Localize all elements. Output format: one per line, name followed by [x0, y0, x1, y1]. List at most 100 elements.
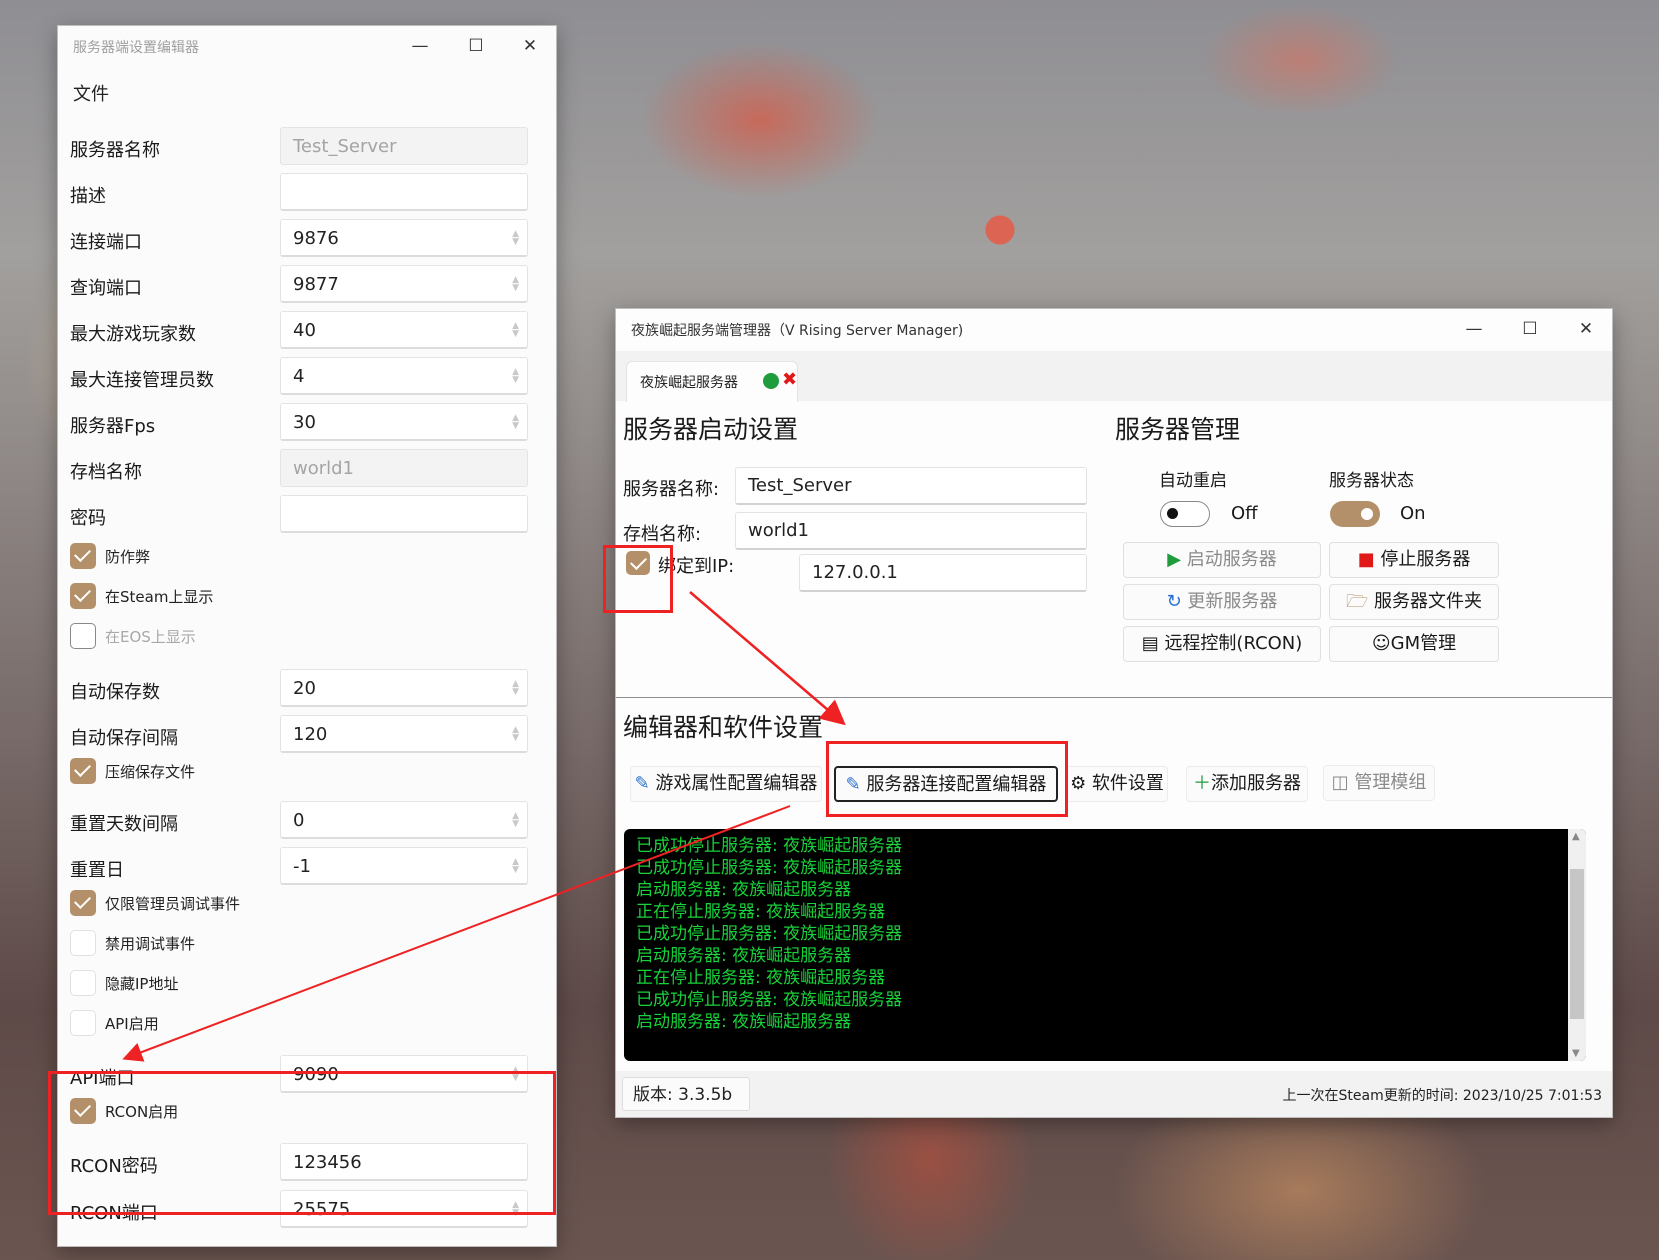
- setting-checkbox-label: RCON启用: [105, 1103, 179, 1121]
- console-line: 启动服务器: 夜族崛起服务器: [636, 880, 852, 900]
- edit-icon: ✎: [845, 774, 861, 795]
- setting-input[interactable]: 40 ▲ ▼: [280, 311, 528, 349]
- server-management-heading: 服务器管理: [1115, 415, 1241, 444]
- setting-label: RCON密码: [70, 1156, 158, 1177]
- server-folder-label: 服务器文件夹: [1374, 591, 1483, 612]
- setting-checkbox[interactable]: [70, 930, 96, 956]
- setting-input[interactable]: 9877 ▲ ▼: [280, 265, 528, 303]
- setting-input[interactable]: 123456: [280, 1143, 528, 1181]
- folder-icon: 🗁: [1345, 591, 1369, 612]
- spinner-icon[interactable]: ▲ ▼: [512, 414, 519, 431]
- rcon-button[interactable]: ▤ 远程控制(RCON): [1123, 626, 1321, 662]
- setting-checkbox[interactable]: [70, 890, 96, 916]
- setting-checkbox-label: 防作弊: [105, 548, 151, 566]
- user-icon: ☺: [1371, 633, 1391, 654]
- tab-server[interactable]: 夜族崛起服务器 ✖: [626, 361, 798, 402]
- spinner-icon[interactable]: ▲ ▼: [512, 322, 519, 339]
- server-status-toggle[interactable]: [1330, 501, 1380, 527]
- setting-value: 9877: [293, 274, 339, 295]
- auto-restart-toggle[interactable]: [1160, 501, 1210, 527]
- game-config-editor-button[interactable]: ✎ 游戏属性配置编辑器: [630, 766, 822, 802]
- spinner-icon[interactable]: ▲ ▼: [512, 858, 519, 875]
- setting-label: 密码: [70, 508, 106, 529]
- spinner-icon[interactable]: ▲ ▼: [512, 1201, 519, 1218]
- bind-ip-input[interactable]: 127.0.0.1: [799, 554, 1087, 592]
- server-folder-button[interactable]: 🗁 服务器文件夹: [1329, 584, 1499, 620]
- scroll-thumb[interactable]: [1570, 869, 1584, 1019]
- setting-input[interactable]: 25575 ▲ ▼: [280, 1190, 528, 1228]
- bind-ip-checkbox[interactable]: [626, 551, 650, 575]
- software-settings-button[interactable]: ⚙ 软件设置: [1066, 766, 1168, 802]
- setting-input[interactable]: 20 ▲ ▼: [280, 669, 528, 707]
- manage-mods-button[interactable]: ◫ 管理模组: [1323, 765, 1435, 801]
- setting-input[interactable]: 9876 ▲ ▼: [280, 219, 528, 257]
- start-server-button[interactable]: ▶ 启动服务器: [1123, 542, 1321, 578]
- setting-input[interactable]: 9090 ▲ ▼: [280, 1055, 528, 1093]
- setting-input[interactable]: [280, 173, 528, 211]
- setting-input[interactable]: -1 ▲ ▼: [280, 847, 528, 885]
- setting-checkbox[interactable]: [70, 583, 96, 609]
- gm-manage-button[interactable]: ☺GM管理: [1329, 626, 1499, 662]
- setting-input[interactable]: 4 ▲ ▼: [280, 357, 528, 395]
- console-output: 已成功停止服务器: 夜族崛起服务器 已成功停止服务器: 夜族崛起服务器 启动服务器:…: [624, 829, 1586, 1061]
- menu-file[interactable]: 文件: [73, 80, 109, 106]
- stop-server-label: 停止服务器: [1380, 549, 1471, 570]
- setting-input[interactable]: 0 ▲ ▼: [280, 801, 528, 839]
- spinner-icon[interactable]: ▲ ▼: [512, 276, 519, 293]
- add-server-button[interactable]: ＋添加服务器: [1186, 766, 1308, 802]
- setting-input[interactable]: 120 ▲ ▼: [280, 715, 528, 753]
- tab-close-icon[interactable]: ✖: [782, 369, 797, 390]
- setting-input[interactable]: Test_Server: [280, 127, 528, 165]
- setting-checkbox-label: 仅限管理员调试事件: [105, 895, 241, 913]
- scroll-up-icon[interactable]: ▲: [1572, 831, 1580, 842]
- console-line: 正在停止服务器: 夜族崛起服务器: [636, 968, 886, 988]
- status-dot-icon: [763, 373, 779, 389]
- edit-icon: ✎: [634, 773, 650, 794]
- setting-checkbox[interactable]: [70, 1098, 96, 1124]
- setting-input[interactable]: [280, 495, 528, 533]
- spinner-icon[interactable]: ▲ ▼: [512, 812, 519, 829]
- save-name-input[interactable]: world1: [735, 512, 1087, 550]
- minimize-icon[interactable]: —: [1454, 315, 1494, 343]
- tab-bar: 夜族崛起服务器 ✖: [616, 351, 1612, 402]
- server-status-label: 服务器状态: [1329, 471, 1414, 491]
- minimize-icon[interactable]: —: [400, 32, 440, 60]
- setting-checkbox-label: API启用: [105, 1015, 159, 1033]
- setting-checkbox[interactable]: [70, 970, 96, 996]
- scroll-down-icon[interactable]: ▼: [1572, 1048, 1580, 1059]
- server-manager-window: 夜族崛起服务端管理器（V Rising Server Manager) — ☐ …: [616, 309, 1612, 1117]
- setting-checkbox[interactable]: [70, 623, 96, 649]
- auto-restart-label: 自动重启: [1159, 471, 1227, 491]
- maximize-icon[interactable]: ☐: [456, 32, 496, 60]
- setting-checkbox[interactable]: [70, 543, 96, 569]
- setting-input[interactable]: world1: [280, 449, 528, 487]
- spinner-icon[interactable]: ▲ ▼: [512, 230, 519, 247]
- server-config-editor-button[interactable]: ✎ 服务器连接配置编辑器: [834, 766, 1058, 802]
- tab-label: 夜族崛起服务器: [640, 375, 738, 391]
- update-server-button[interactable]: ↻ 更新服务器: [1123, 584, 1321, 620]
- server-settings-editor-window: 服务器端设置编辑器 — ☐ ✕ 文件 服务器名称 Test_Server 描述 连接端…: [58, 26, 556, 1246]
- close-icon[interactable]: ✕: [1566, 315, 1606, 343]
- setting-checkbox[interactable]: [70, 758, 96, 784]
- setting-label: 服务器名称: [70, 140, 160, 161]
- setting-checkbox[interactable]: [70, 1010, 96, 1036]
- manage-mods-label: 管理模组: [1354, 772, 1427, 793]
- spinner-icon[interactable]: ▲ ▼: [512, 726, 519, 743]
- version-label: 版本:: [633, 1085, 673, 1105]
- server-name-input[interactable]: Test_Server: [735, 467, 1087, 505]
- spinner-icon[interactable]: ▲ ▼: [512, 1066, 519, 1083]
- editor-settings-heading: 编辑器和软件设置: [623, 713, 824, 742]
- console-scrollbar[interactable]: ▲ ▼: [1568, 829, 1586, 1061]
- maximize-icon[interactable]: ☐: [1510, 315, 1550, 343]
- setting-value: 30: [293, 412, 316, 433]
- setting-input[interactable]: 30 ▲ ▼: [280, 403, 528, 441]
- spinner-icon[interactable]: ▲ ▼: [512, 680, 519, 697]
- stop-server-button[interactable]: ■ 停止服务器: [1329, 542, 1499, 578]
- section-divider: [616, 697, 1612, 698]
- close-icon[interactable]: ✕: [510, 32, 550, 60]
- console-line: 已成功停止服务器: 夜族崛起服务器: [636, 990, 903, 1010]
- setting-value: 25575: [293, 1199, 351, 1220]
- spinner-icon[interactable]: ▲ ▼: [512, 368, 519, 385]
- console-line: 已成功停止服务器: 夜族崛起服务器: [636, 858, 903, 878]
- setting-label: RCON端口: [70, 1203, 158, 1224]
